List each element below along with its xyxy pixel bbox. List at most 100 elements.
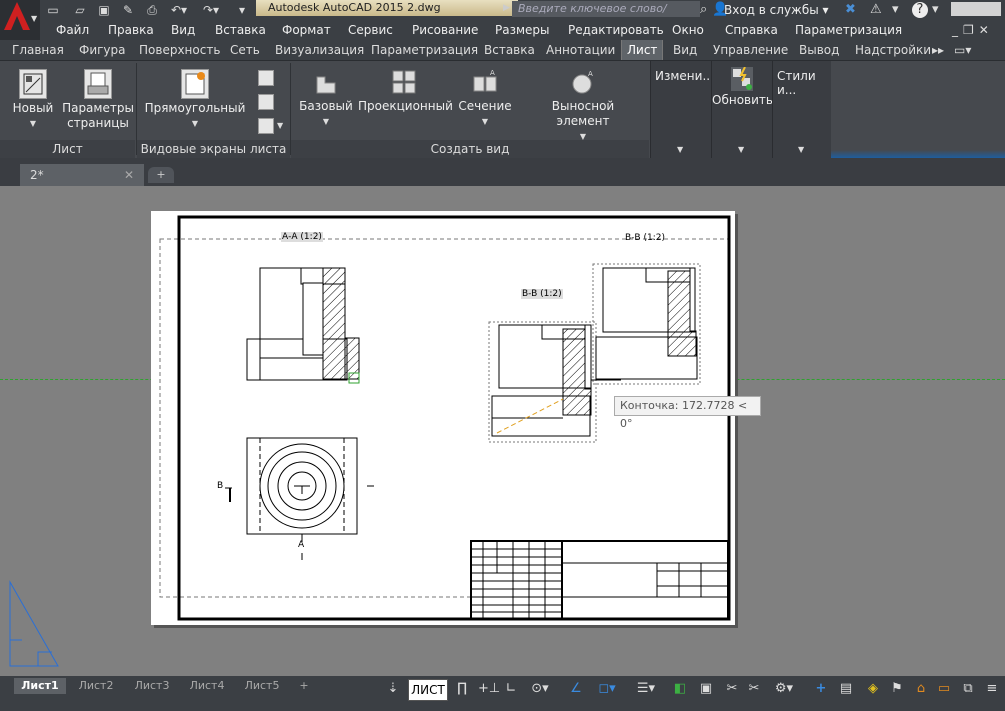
annotation-visibility-icon[interactable]: ✂ [745, 679, 763, 699]
tab-layout[interactable]: Лист [621, 40, 664, 60]
menu-tools[interactable]: Сервис [348, 20, 393, 40]
quick-properties-icon[interactable]: ◈ [864, 679, 882, 699]
tab-parametric[interactable]: Параметризация [371, 40, 478, 60]
tab-surface[interactable]: Поверхность [139, 40, 220, 60]
binoculars-icon[interactable]: ⌕ [700, 1, 707, 19]
menu-dimension[interactable]: Размеры [495, 20, 550, 40]
menu-help[interactable]: Справка [725, 20, 778, 40]
tab-addins[interactable]: Надстройки [855, 40, 931, 60]
layout-tab-1[interactable]: Лист1 [14, 678, 66, 694]
projected-view-icon [391, 69, 417, 97]
ribbon-minimize-icon[interactable]: ▭▾ [954, 40, 971, 60]
save-as-icon[interactable]: ✎ [120, 1, 136, 19]
save-icon[interactable]: ▣ [96, 1, 112, 19]
chevron-down-icon: ▼ [481, 117, 489, 126]
tab-home[interactable]: Главная [12, 40, 64, 60]
drawing-window-controls[interactable]: _❐✕ [952, 20, 994, 40]
rectangular-viewport-button[interactable]: Прямоугольный ▼ [144, 66, 246, 128]
ortho-icon[interactable]: ∟ [503, 679, 519, 699]
more-tabs-icon[interactable]: ▸▸ [932, 40, 944, 60]
viewport-lock-icon[interactable] [258, 94, 274, 110]
polar-tracking-icon[interactable]: ⊙▾ [527, 679, 553, 699]
section-aa-view [246, 267, 360, 384]
new-layout-button[interactable]: Новый ▼ [8, 66, 58, 128]
tab-view[interactable]: Вид [673, 40, 697, 60]
menu-edit[interactable]: Правка [108, 20, 154, 40]
object-snap-icon[interactable]: ◻▾ [592, 679, 622, 699]
section-label-aa: А-А (1:2) [281, 232, 323, 242]
tab-solid[interactable]: Фигура [79, 40, 126, 60]
drawing-svg [159, 215, 731, 621]
isodraft-icon[interactable]: ∠ [566, 679, 586, 699]
app-store-icon[interactable]: ⚠ [870, 1, 882, 19]
status-menu-icon[interactable]: ⇣ [386, 679, 400, 699]
sign-in-button[interactable]: Вход в службы ▾ [724, 1, 829, 19]
tab-insert[interactable]: Вставка [484, 40, 535, 60]
section-label-bb: B-B (1:2) [521, 289, 563, 299]
tab-mesh[interactable]: Сеть [230, 40, 260, 60]
help-menu-icon[interactable]: ▾ [892, 1, 899, 19]
update-panel[interactable]: Обновить ▼ [711, 61, 773, 158]
tab-annotate[interactable]: Аннотации [546, 40, 615, 60]
lock-ui-icon[interactable]: ⚑ [888, 679, 906, 699]
file-tab[interactable]: 2* ✕ [20, 164, 144, 186]
units-icon[interactable]: ▤ [838, 679, 854, 699]
viewport-clip-icon[interactable] [258, 70, 274, 86]
layout-tab-4[interactable]: Лист4 [181, 678, 233, 694]
menu-file[interactable]: Файл [56, 20, 89, 40]
open-file-icon[interactable]: ▱ [72, 1, 88, 19]
help-dropdown-icon[interactable]: ▾ [932, 1, 939, 19]
menu-window[interactable]: Окно [672, 20, 704, 40]
menu-modify[interactable]: Редактировать [568, 20, 664, 40]
layout-tab-3[interactable]: Лист3 [126, 678, 178, 694]
redo-icon[interactable]: ↷▾ [200, 1, 222, 19]
layout-tab-2[interactable]: Лист2 [70, 678, 122, 694]
page-setup-button[interactable]: Параметры страницы [62, 66, 134, 136]
layout-tab-5[interactable]: Лист5 [236, 678, 288, 694]
snap-icon[interactable]: ∏ [454, 679, 470, 699]
projected-view-button[interactable]: Проекционный [358, 66, 453, 128]
search-input[interactable]: Введите ключевое слово/фразу [512, 1, 700, 31]
menu-parametric[interactable]: Параметризация [795, 20, 902, 40]
model-paper-space-button[interactable]: ЛИСТ [408, 679, 448, 701]
isolate-objects-icon[interactable]: ⌂ [912, 679, 930, 699]
modify-view-panel[interactable]: Измени... ▼ [650, 61, 714, 158]
rectangular-viewport-icon [181, 69, 209, 99]
customization-icon[interactable]: ≡ [983, 679, 1001, 699]
lineweight-icon[interactable]: ☰▾ [632, 679, 660, 699]
paper-sheet[interactable]: А-А (1:2) B-B (1:2) В-В (1:2) В А [151, 211, 735, 625]
new-file-icon[interactable]: ▭ [46, 1, 60, 19]
undo-icon[interactable]: ↶▾ [168, 1, 190, 19]
menu-insert[interactable]: Вставка [215, 20, 266, 40]
menu-draw[interactable]: Рисование [412, 20, 478, 40]
annotation-scale-icon[interactable]: ✂ [723, 679, 741, 699]
application-menu-button[interactable]: ▼ [0, 0, 40, 40]
viewport-join-icon[interactable] [258, 118, 274, 134]
tab-manage[interactable]: Управление [713, 40, 788, 60]
grid-icon[interactable]: +⊥ [478, 679, 500, 699]
annotation-monitor-icon[interactable]: + [813, 679, 829, 699]
close-icon[interactable]: ✕ [124, 164, 134, 186]
detail-view-button[interactable]: A Выносной элемент ▼ [524, 66, 642, 141]
hardware-acceleration-icon[interactable]: ▭ [935, 679, 953, 699]
menu-format[interactable]: Формат [282, 20, 331, 40]
tab-output[interactable]: Вывод [799, 40, 839, 60]
workspace-settings-icon[interactable]: ⚙▾ [771, 679, 797, 699]
section-view-button[interactable]: A Сечение ▼ [456, 66, 514, 128]
exchange-icon[interactable]: ✖ [845, 1, 856, 19]
chevron-down-icon[interactable]: ▼ [277, 121, 283, 130]
styles-panel[interactable]: Стили и... ▼ [772, 61, 831, 158]
transparency-icon[interactable]: ◧ [671, 679, 689, 699]
tab-visualize[interactable]: Визуализация [275, 40, 364, 60]
selection-cycling-icon[interactable]: ▣ [697, 679, 715, 699]
new-layout-tab-button[interactable]: + [292, 678, 316, 694]
new-tab-button[interactable]: + [148, 167, 174, 183]
expand-icon[interactable]: ▶ [503, 3, 510, 13]
print-icon[interactable]: ⎙ [144, 1, 160, 19]
clean-screen-icon[interactable]: ⧉ [959, 679, 977, 699]
section-label-vv: В-В (1:2) [625, 233, 665, 243]
menu-view[interactable]: Вид [171, 20, 195, 40]
qat-customize-icon[interactable]: ▾ [236, 1, 248, 19]
base-view-button[interactable]: Базовый ▼ [298, 66, 354, 128]
help-icon[interactable]: ? [912, 2, 928, 18]
